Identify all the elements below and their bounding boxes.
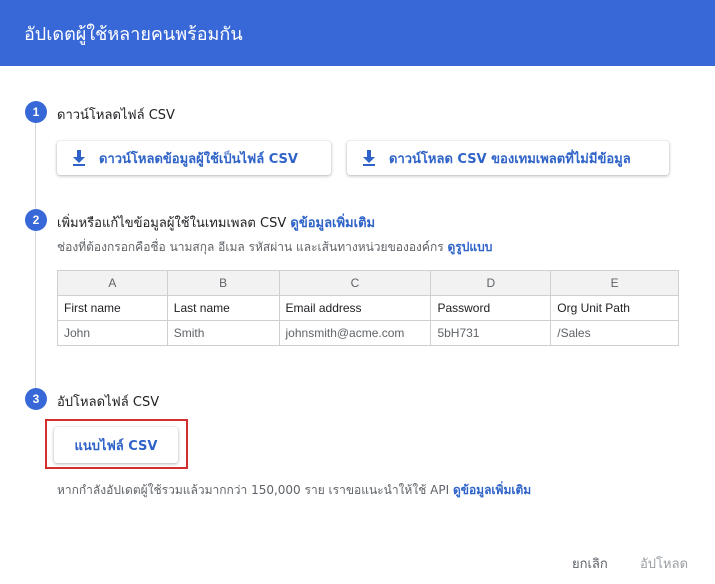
- csv-template-table: A B C D E First name Last name Email add…: [57, 270, 679, 346]
- view-format-link[interactable]: ดูรูปแบบ: [447, 240, 492, 254]
- attach-csv-button[interactable]: แนบไฟล์ CSV: [54, 427, 178, 463]
- download-blank-template-button[interactable]: ดาวน์โหลด CSV ของเทมเพลตที่ไม่มีข้อมูล: [347, 141, 669, 175]
- column-letter: B: [166, 270, 280, 296]
- column-letter: D: [430, 270, 552, 296]
- api-recommendation-note: หากกำลังอัปเดตผู้ใช้รวมแล้วมากกว่า 150,0…: [57, 481, 531, 500]
- dialog-title: อัปเดตผู้ใช้หลายคนพร้อมกัน: [24, 23, 243, 45]
- column-letter: E: [550, 270, 679, 296]
- api-note-text: หากกำลังอัปเดตผู้ใช้รวมแล้วมากกว่า 150,0…: [57, 483, 450, 497]
- column-letter: C: [278, 270, 432, 296]
- header-cell: Last name: [166, 295, 280, 321]
- download-blank-template-label: ดาวน์โหลด CSV ของเทมเพลตที่ไม่มีข้อมูล: [389, 151, 631, 167]
- step-3-badge: 3: [25, 388, 47, 410]
- download-users-csv-label: ดาวน์โหลดข้อมูลผู้ใช้เป็นไฟล์ CSV: [99, 151, 298, 167]
- download-icon: [361, 149, 377, 167]
- download-icon: [71, 149, 87, 167]
- step-1-title: ดาวน์โหลดไฟล์ CSV: [57, 108, 175, 123]
- table-cell: Smith: [166, 320, 280, 346]
- step-1-badge: 1: [25, 101, 47, 123]
- column-letter-row: A B C D E: [57, 270, 679, 296]
- api-learn-more-link[interactable]: ดูข้อมูลเพิ่มเติม: [453, 483, 531, 497]
- table-cell: johnsmith@acme.com: [278, 320, 432, 346]
- attach-csv-label: แนบไฟล์ CSV: [74, 438, 158, 454]
- header-cell: Email address: [278, 295, 432, 321]
- learn-more-link[interactable]: ดูข้อมูลเพิ่มเติม: [290, 216, 375, 231]
- table-cell: /Sales: [550, 320, 679, 346]
- step-2-badge: 2: [25, 209, 47, 231]
- steps-connector: [35, 120, 36, 392]
- table-cell: John: [57, 320, 168, 346]
- required-fields-text: ช่องที่ต้องกรอกคือชื่อ นามสกุล อีเมล รหั…: [57, 240, 444, 254]
- required-fields-hint: ช่องที่ต้องกรอกคือชื่อ นามสกุล อีเมล รหั…: [57, 238, 492, 257]
- dialog-header: อัปเดตผู้ใช้หลายคนพร้อมกัน: [0, 0, 715, 66]
- column-letter: A: [57, 270, 168, 296]
- header-cell: First name: [57, 295, 168, 321]
- table-row: John Smith johnsmith@acme.com 5bH731 /Sa…: [57, 320, 679, 346]
- table-cell: 5bH731: [430, 320, 552, 346]
- step-2-title: เพิ่มหรือแก้ไขข้อมูลผู้ใช้ในเทมเพลต CSV …: [57, 212, 375, 233]
- header-cell: Password: [430, 295, 552, 321]
- download-users-csv-button[interactable]: ดาวน์โหลดข้อมูลผู้ใช้เป็นไฟล์ CSV: [57, 141, 331, 175]
- upload-button[interactable]: อัปโหลด: [640, 553, 688, 574]
- step-3-title: อัปโหลดไฟล์ CSV: [57, 395, 160, 410]
- header-cell: Org Unit Path: [550, 295, 679, 321]
- cancel-button[interactable]: ยกเลิก: [572, 553, 608, 574]
- step-2-title-text: เพิ่มหรือแก้ไขข้อมูลผู้ใช้ในเทมเพลต CSV: [57, 216, 287, 231]
- table-header-row: First name Last name Email address Passw…: [57, 295, 679, 321]
